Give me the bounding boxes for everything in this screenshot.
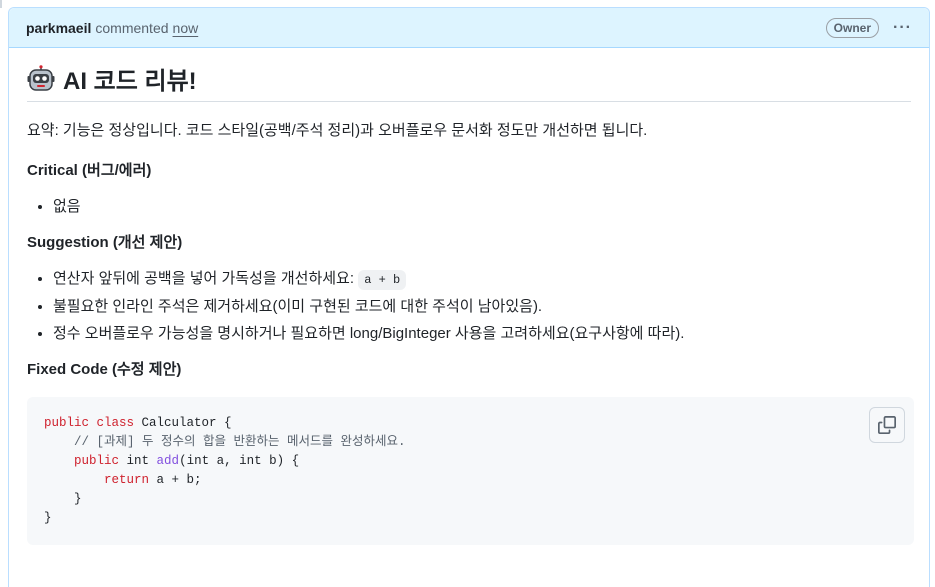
suggestion-section-title: Suggestion (개선 제안) [27, 234, 183, 251]
timeline-connector [0, 0, 2, 8]
comment-action-text: commented [95, 19, 169, 36]
inline-code: a + b [358, 270, 407, 290]
suggestion-list: 연산자 앞뒤에 공백을 넣어 가독성을 개선하세요: a + b 불필요한 인라… [27, 268, 911, 345]
robot-face-icon [27, 64, 55, 91]
comment-header: parkmaeil commented now Owner ··· [9, 8, 929, 48]
code-comment: // [과제] 두 정수의 합을 반환하는 메서드를 완성하세요. [44, 435, 406, 449]
critical-list: 없음 [27, 196, 911, 218]
code-text: int [119, 454, 157, 468]
code-line: } [44, 511, 52, 525]
code-block: public class Calculator { // [과제] 두 정수의 … [27, 397, 914, 545]
comment-author-link[interactable]: parkmaeil [26, 20, 91, 36]
code-line: return a + b; [44, 471, 897, 490]
code-line: public class Calculator { [44, 414, 897, 433]
code-line: } [44, 492, 82, 506]
comment-options-kebab-icon[interactable]: ··· [893, 19, 912, 37]
code-text: Calculator { [134, 416, 232, 430]
fixed-code-section-title: Fixed Code (수정 제안) [27, 361, 182, 378]
list-item: 불필요한 인라인 주석은 제거하세요(이미 구현된 코드에 대한 주석이 남아있… [53, 296, 911, 318]
comment-card: parkmaeil commented now Owner ··· AI 코드 … [8, 7, 930, 587]
comment-timestamp-link[interactable]: now [173, 20, 199, 36]
review-title: AI 코드 리뷰! [63, 68, 197, 95]
owner-badge: Owner [825, 17, 880, 38]
critical-section-title: Critical (버그/에러) [27, 162, 152, 179]
suggestion-text: 연산자 앞뒤에 공백을 넣어 가독성을 개선하세요: [53, 270, 359, 287]
list-item: 연산자 앞뒤에 공백을 넣어 가독성을 개선하세요: a + b [53, 268, 911, 291]
code-keyword: public [74, 454, 120, 468]
copy-code-button[interactable] [869, 407, 905, 443]
code-text: (int a, int b) { [179, 454, 300, 468]
review-summary: 요약: 기능은 정상입니다. 코드 스타일(공백/주석 정리)과 오버플로우 문… [27, 122, 648, 139]
code-keyword: public [44, 416, 90, 430]
review-heading: AI 코드 리뷰! [27, 64, 911, 102]
copy-icon [878, 416, 896, 434]
code-text: a + b; [149, 473, 202, 487]
list-item: 정수 오버플로우 가능성을 명시하거나 필요하면 long/BigInteger… [53, 323, 911, 345]
list-item: 없음 [53, 196, 911, 218]
code-function-name: add [156, 454, 180, 468]
code-keyword: class [96, 416, 135, 430]
code-keyword: return [104, 473, 150, 487]
code-line: public int add(int a, int b) { [44, 452, 897, 471]
comment-body: AI 코드 리뷰! 요약: 기능은 정상입니다. 코드 스타일(공백/주석 정리… [9, 48, 929, 545]
